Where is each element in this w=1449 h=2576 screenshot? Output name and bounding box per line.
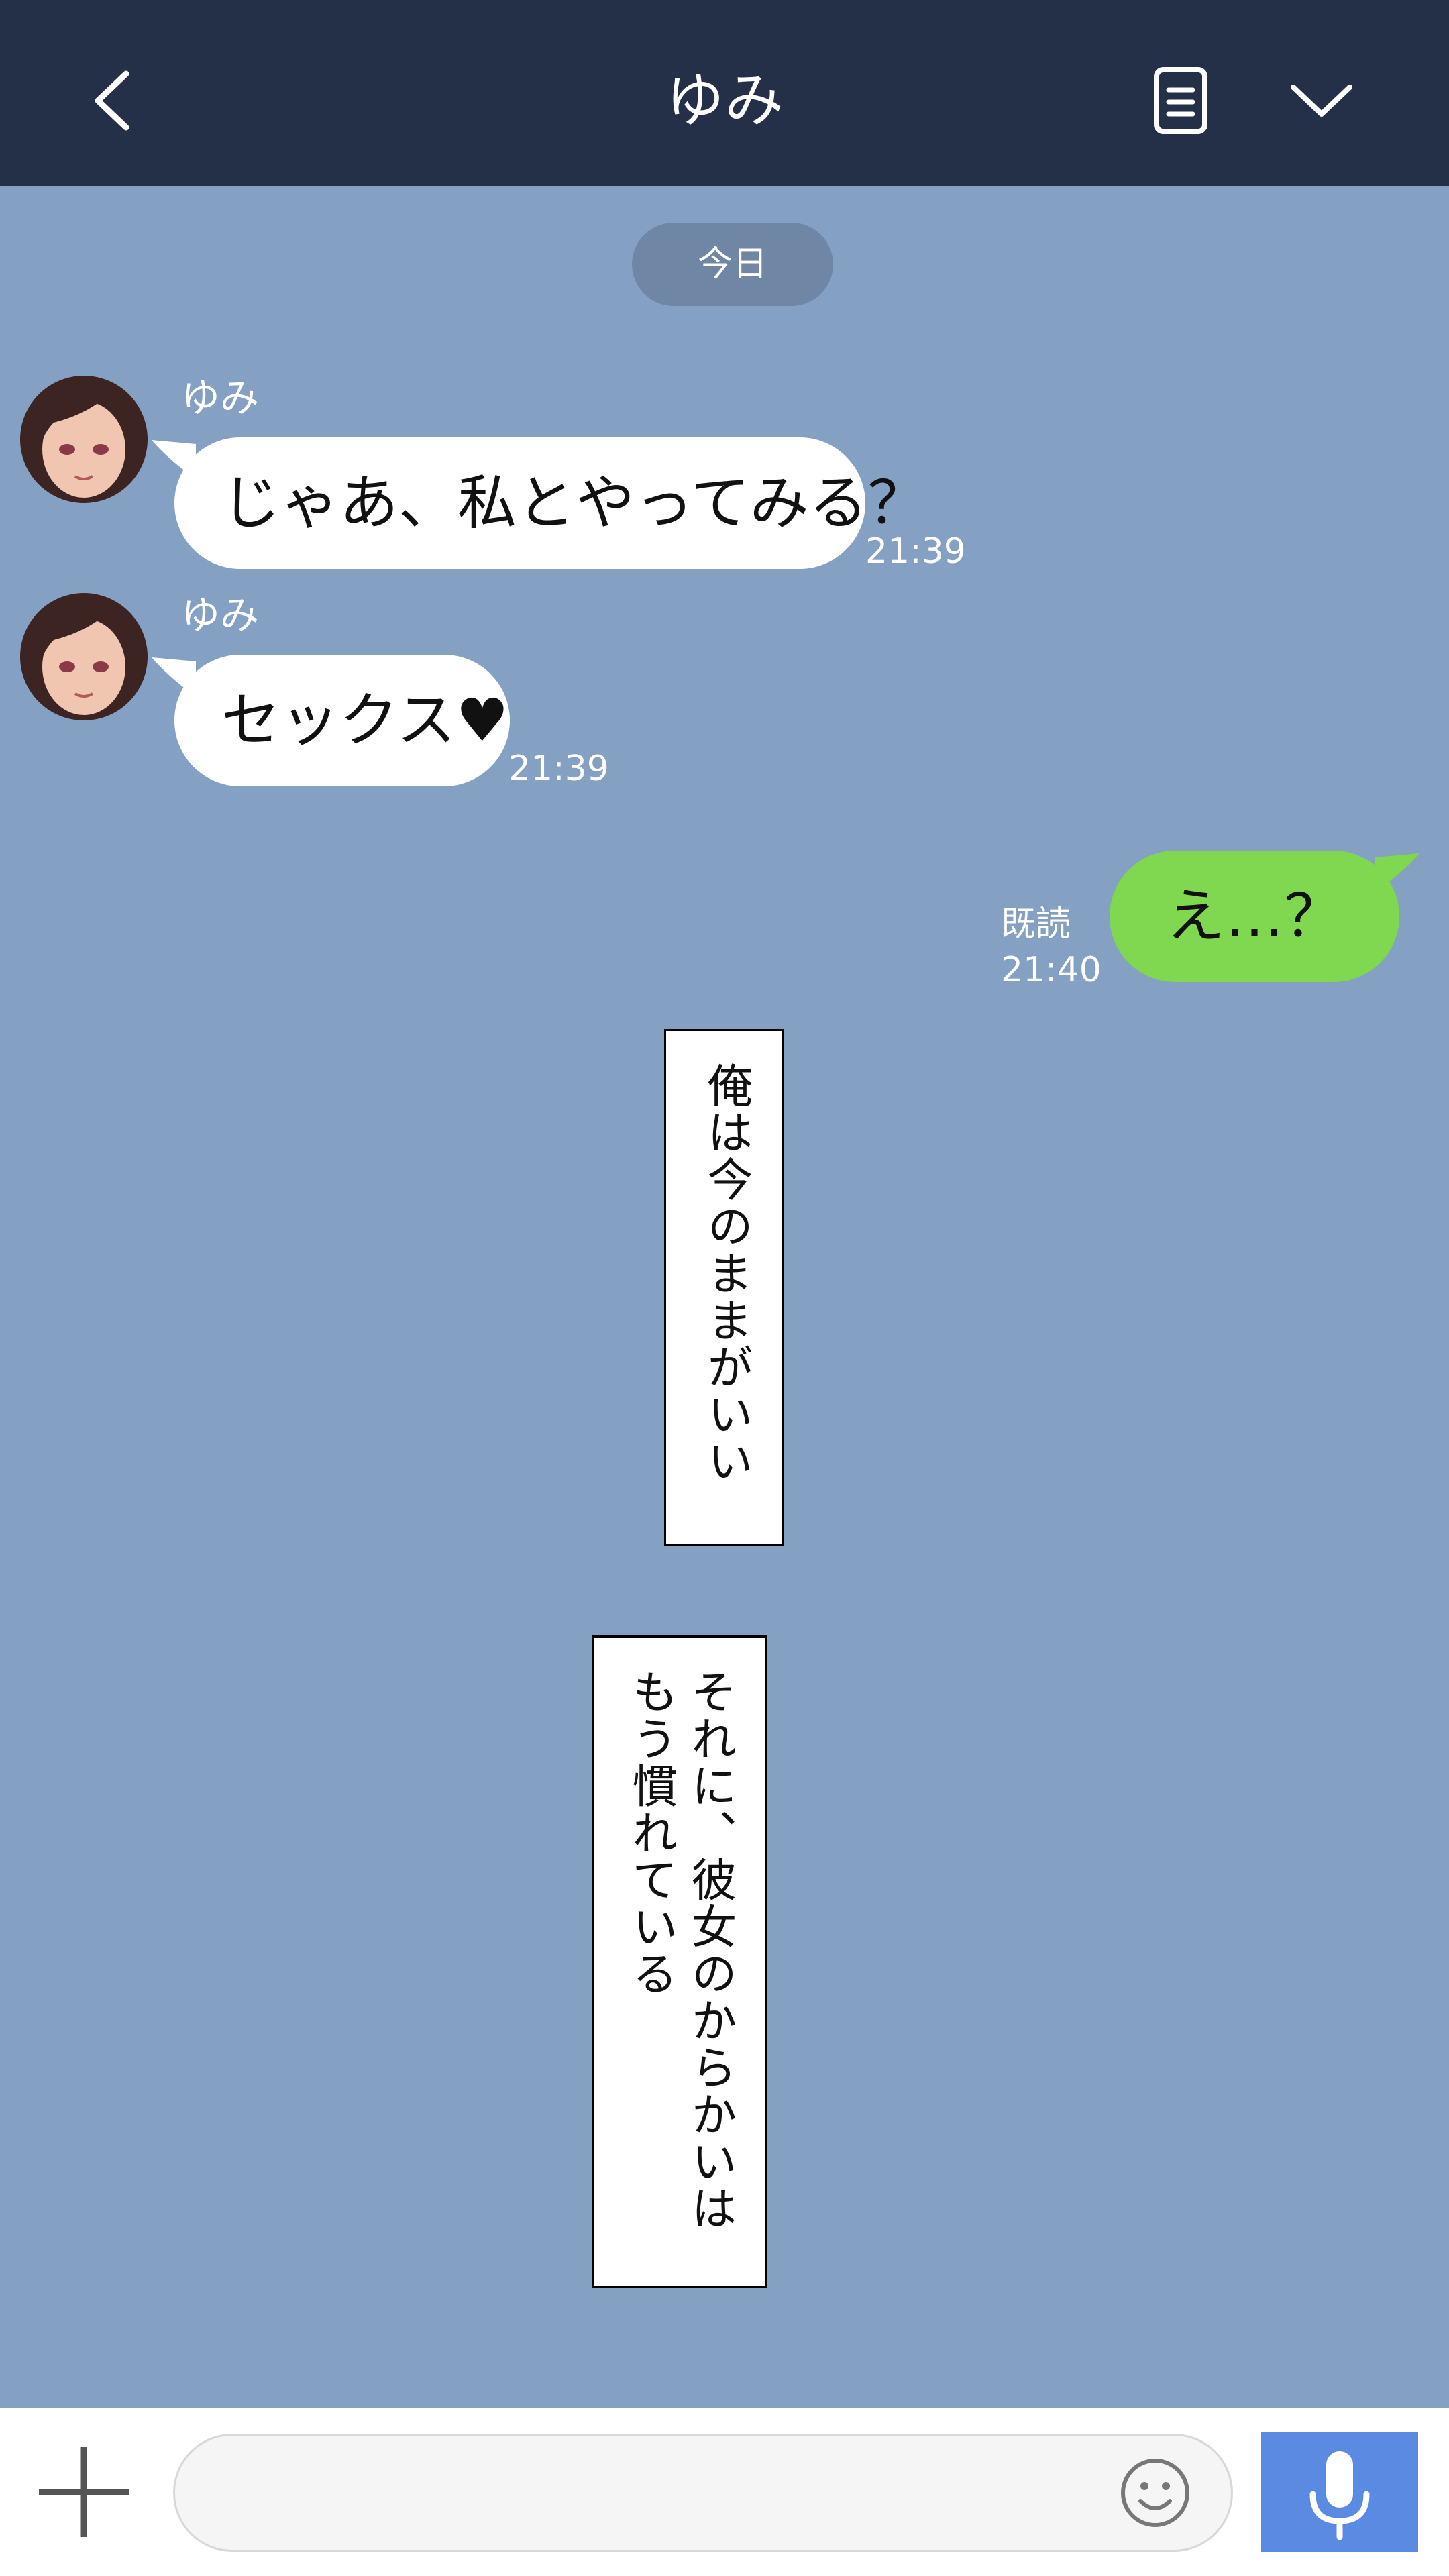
message-time: 21:39	[865, 531, 966, 572]
avatar[interactable]	[20, 593, 148, 720]
read-label: 既読	[1001, 904, 1071, 945]
back-button[interactable]	[74, 54, 154, 148]
sender-name: ゆみ	[181, 592, 260, 638]
plus-icon	[39, 2447, 129, 2537]
sender-name: ゆみ	[181, 375, 260, 421]
message-bubble-outgoing[interactable]: え…？	[1110, 851, 1399, 982]
message-time: 21:39	[508, 749, 609, 789]
smiley-icon	[1121, 2459, 1189, 2527]
note-icon	[1154, 67, 1208, 134]
avatar-image	[20, 376, 148, 503]
voice-button[interactable]	[1261, 2432, 1418, 2552]
input-bar	[0, 2408, 1449, 2576]
message-bubble[interactable]: じゃあ、私とやってみる？	[174, 437, 927, 569]
chat-title: ゆみ	[665, 66, 784, 135]
date-separator: 今日	[632, 223, 833, 306]
chat-header: ゆみ	[0, 0, 1449, 186]
message-time: 21:40	[1001, 950, 1102, 990]
emoji-button[interactable]	[1118, 2455, 1193, 2530]
bubble-tail	[1375, 853, 1419, 892]
chevron-left-icon	[95, 70, 129, 131]
message-bubble[interactable]: セックス♥	[174, 655, 510, 786]
avatar[interactable]	[20, 376, 148, 503]
avatar-image	[20, 593, 148, 720]
message-input[interactable]	[173, 2434, 1233, 2552]
narration-box: 俺は今のままがいい	[664, 1029, 784, 1546]
chevron-down-icon	[1291, 85, 1352, 117]
microphone-icon	[1309, 2451, 1370, 2540]
narration-box: それに、彼女のからかいは もう慣れている	[592, 1635, 767, 2288]
add-button[interactable]	[34, 2442, 134, 2542]
menu-toggle-button[interactable]	[1275, 60, 1368, 141]
note-button[interactable]	[1140, 60, 1221, 141]
